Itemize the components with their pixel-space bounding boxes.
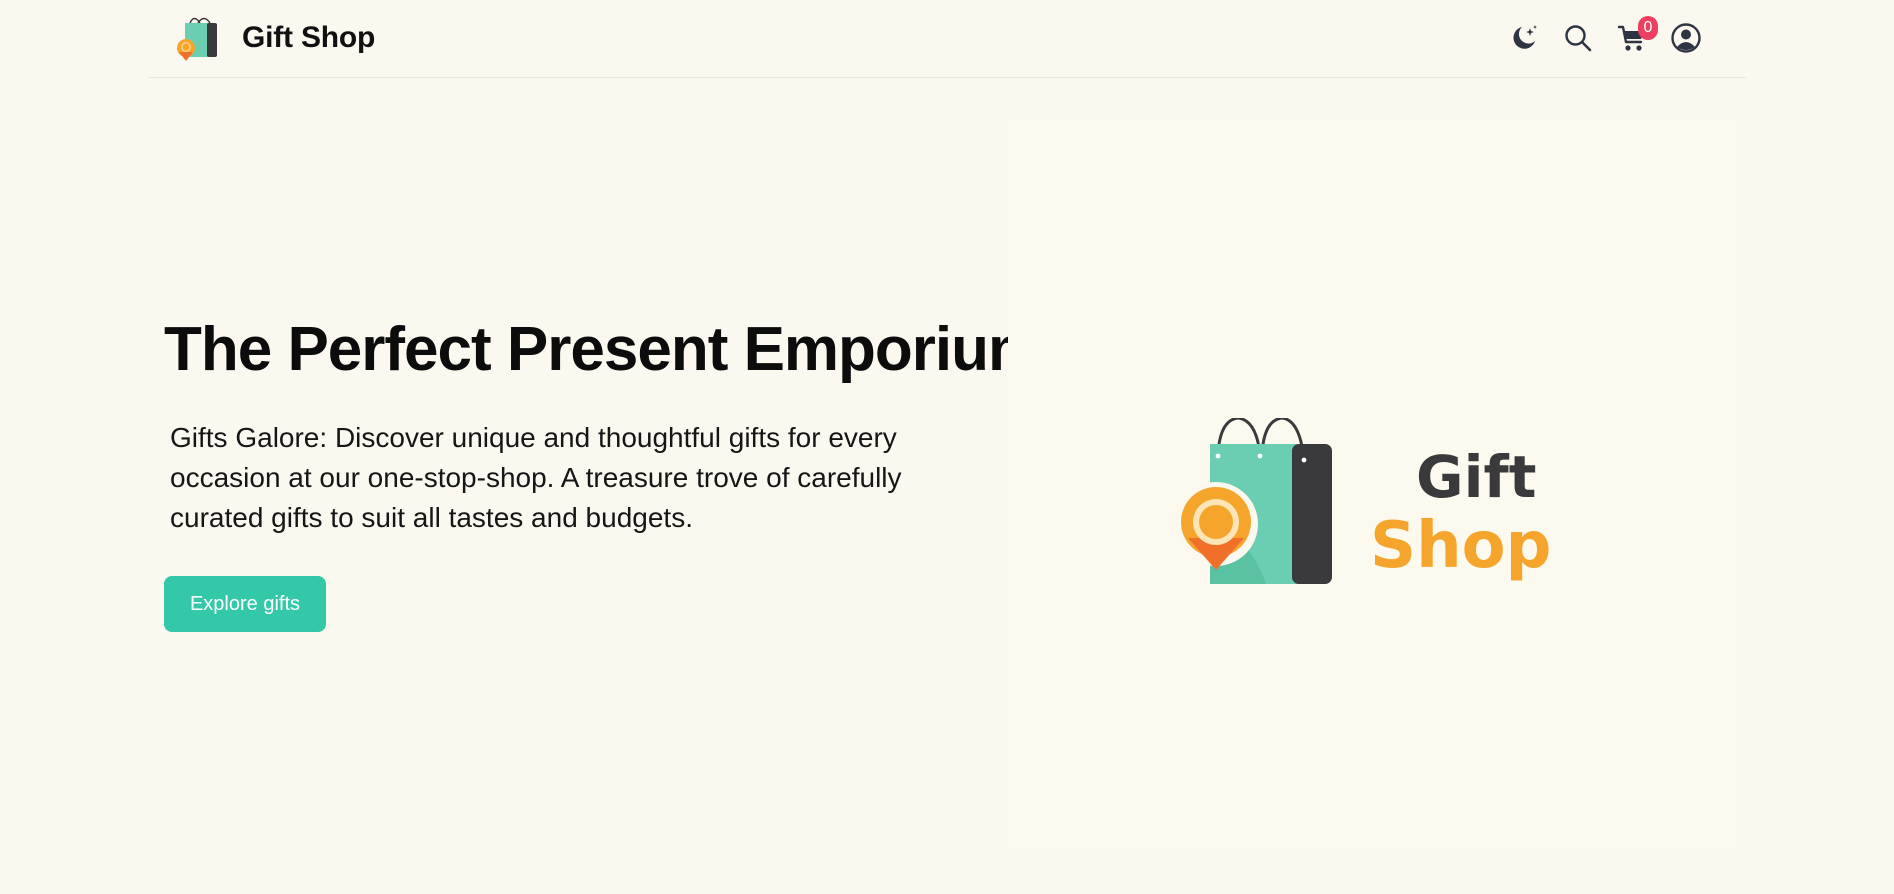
account-button[interactable]	[1670, 22, 1702, 54]
gift-shop-logo-icon	[177, 17, 217, 61]
hero-title: The Perfect Present Emporium	[164, 315, 1043, 384]
hero-text: The Perfect Present Emporium Gifts Galor…	[164, 315, 1043, 633]
hero-description: Gifts Galore: Discover unique and though…	[170, 422, 902, 534]
logo-word-gift: Gift	[1416, 443, 1537, 511]
search-button[interactable]	[1562, 22, 1594, 54]
brand-home-link[interactable]: Gift Shop	[176, 14, 375, 62]
logo-word-shop: Shop	[1370, 509, 1552, 583]
moon-stars-icon	[1513, 25, 1537, 49]
brand-name: Gift Shop	[242, 21, 376, 54]
search-icon	[1565, 25, 1592, 52]
user-circle-icon	[1671, 23, 1701, 53]
hero-logo: Gift Shop	[1180, 418, 1560, 584]
theme-toggle-button[interactable]	[1508, 22, 1540, 54]
site-header: Gift Shop 0	[148, 0, 1746, 78]
cart-button[interactable]: 0	[1616, 16, 1658, 54]
hero-image-panel: Gift Shop	[1008, 122, 1734, 848]
explore-gifts-button[interactable]: Explore gifts	[164, 576, 326, 633]
cart-count-badge: 0	[1638, 16, 1658, 40]
header-actions: 0	[1508, 16, 1702, 58]
shopping-bag-pin-icon	[1180, 418, 1332, 584]
